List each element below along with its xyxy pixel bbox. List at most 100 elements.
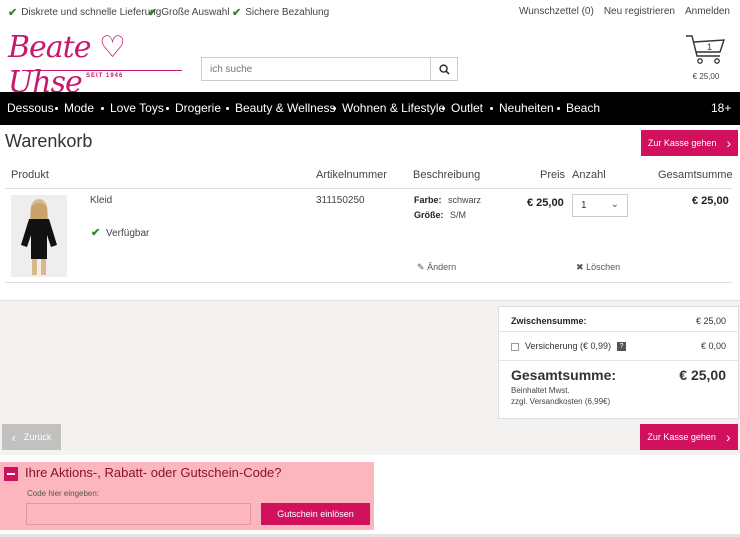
- login-link[interactable]: Anmelden: [685, 6, 730, 17]
- usp-label: Große Auswahl: [161, 7, 230, 18]
- chevron-right-icon: ›: [726, 135, 732, 151]
- cart-icon: 1: [686, 35, 725, 64]
- coupon-title: Ihre Aktions-, Rabatt- oder Gutschein-Co…: [25, 465, 282, 480]
- check-icon: ✔: [232, 7, 242, 19]
- nav-separator: [442, 107, 445, 110]
- usp-label: Sichere Bezahlung: [245, 7, 330, 18]
- search-button[interactable]: [430, 58, 457, 80]
- divider: [499, 331, 738, 332]
- delete-item-link[interactable]: ✖ Löschen: [576, 262, 620, 273]
- checkout-label: Zur Kasse gehen: [647, 432, 716, 442]
- account-links: Wunschzettel (0) Neu registrieren Anmeld…: [519, 6, 730, 17]
- column-header-total: Gesamtsumme: [658, 169, 733, 181]
- cart-total: € 25,00: [692, 72, 720, 81]
- coupon-section: Ihre Aktions-, Rabatt- oder Gutschein-Co…: [0, 462, 374, 530]
- coupon-code-input[interactable]: [26, 503, 251, 525]
- help-icon[interactable]: ?: [617, 342, 627, 352]
- logo-underline: [22, 70, 182, 71]
- redeem-coupon-button[interactable]: Gutschein einlösen: [261, 503, 370, 525]
- wishlist-link[interactable]: Wunschzettel (0): [519, 6, 594, 17]
- logo-wordmark: Beate ♡ Uhse: [8, 30, 126, 100]
- redeem-label: Gutschein einlösen: [277, 509, 354, 519]
- quantity-value: 1: [581, 200, 587, 211]
- column-header-price: Preis: [540, 169, 566, 181]
- size-label: Größe:: [414, 210, 444, 220]
- nav-item-wohnen-lifestyle[interactable]: Wohnen & Lifestyle: [342, 101, 445, 115]
- chevron-right-icon: ›: [725, 429, 731, 445]
- search-input[interactable]: [202, 58, 431, 80]
- usp-delivery: ✔ Diskrete und schnelle Lieferung: [8, 6, 161, 19]
- nav-item-drogerie[interactable]: Drogerie: [175, 101, 221, 115]
- nav-separator: [166, 107, 169, 110]
- insurance-checkbox[interactable]: [511, 342, 519, 351]
- subtotal-label: Zwischensumme:: [511, 316, 587, 326]
- nav-separator: [333, 107, 336, 110]
- item-price: € 25,00: [527, 197, 564, 209]
- quantity-select[interactable]: 1 ⌄: [572, 194, 628, 217]
- insurance-label: Versicherung (€ 0,99): [525, 341, 612, 351]
- edit-item-link[interactable]: ✎ Ändern: [417, 262, 456, 273]
- vat-note: Beinhaltet Mwst.: [511, 386, 570, 395]
- product-name[interactable]: Kleid: [90, 195, 112, 206]
- age-badge: 18+: [711, 101, 732, 115]
- register-link[interactable]: Neu registrieren: [604, 6, 675, 17]
- usp-payment: ✔ Sichere Bezahlung: [232, 6, 329, 19]
- nav-item-beauty-wellness[interactable]: Beauty & Wellness: [235, 101, 336, 115]
- main-navigation: Dessous Mode Love Toys Drogerie Beauty &…: [0, 92, 740, 125]
- top-bar: ✔ Diskrete und schnelle Lieferung ✔ Groß…: [0, 0, 740, 22]
- mini-cart[interactable]: 1 € 25,00: [684, 32, 728, 84]
- article-number: 311150250: [316, 195, 365, 206]
- column-header-quantity: Anzahl: [572, 169, 606, 181]
- back-button[interactable]: ‹ Zurück: [2, 424, 61, 450]
- column-header-product: Produkt: [11, 169, 49, 181]
- checkout-button-bottom[interactable]: Zur Kasse gehen ›: [640, 424, 738, 450]
- checkout-button-top[interactable]: Zur Kasse gehen ›: [641, 130, 738, 156]
- search-box: [201, 57, 458, 81]
- nav-item-beach[interactable]: Beach: [566, 101, 600, 115]
- nav-item-love-toys[interactable]: Love Toys: [110, 101, 164, 115]
- column-header-article-number: Artikelnummer: [316, 169, 387, 181]
- shipping-note: zzgl. Versandkosten (6,99€): [511, 397, 611, 406]
- product-image[interactable]: [11, 195, 67, 277]
- insurance-row: Versicherung (€ 0,99)? € 0,00: [511, 341, 726, 352]
- nav-separator: [226, 107, 229, 110]
- check-icon: ✔: [8, 7, 18, 19]
- nav-separator: [557, 107, 560, 110]
- chevron-left-icon: ‹: [11, 429, 16, 445]
- nav-item-outlet[interactable]: Outlet: [451, 101, 483, 115]
- color-label: Farbe:: [414, 195, 442, 205]
- cart-count: 1: [707, 42, 712, 52]
- grand-total-label: Gesamtsumme:: [511, 367, 617, 383]
- edit-label: Ändern: [427, 262, 457, 272]
- availability-status: ✔ Verfügbar: [91, 226, 149, 239]
- nav-separator: [490, 107, 493, 110]
- minus-icon: [7, 473, 15, 475]
- grand-total-row: Gesamtsumme: € 25,00: [511, 367, 726, 383]
- usp-label: Diskrete und schnelle Lieferung: [21, 7, 162, 18]
- column-header-description: Beschreibung: [413, 169, 481, 181]
- grand-total-value: € 25,00: [679, 367, 726, 383]
- pencil-icon: ✎: [417, 262, 425, 272]
- color-value: schwarz: [448, 195, 482, 205]
- availability-label: Verfügbar: [106, 228, 150, 239]
- item-total: € 25,00: [692, 195, 729, 207]
- nav-item-neuheiten[interactable]: Neuheiten: [499, 101, 554, 115]
- back-label: Zurück: [23, 432, 52, 442]
- subtotal-value: € 25,00: [695, 316, 726, 326]
- nav-separator: [55, 107, 58, 110]
- product-photo: [11, 195, 67, 277]
- logo-tagline: SEIT 1946: [86, 73, 124, 79]
- size-value: S/M: [450, 210, 467, 220]
- insurance-value: € 0,00: [700, 341, 726, 351]
- brand-logo[interactable]: Beate ♡ Uhse SEIT 1946: [8, 30, 194, 100]
- nav-item-dessous[interactable]: Dessous: [7, 101, 54, 115]
- nav-separator: [101, 107, 104, 110]
- delete-label: Löschen: [586, 262, 621, 272]
- nav-item-mode[interactable]: Mode: [64, 101, 94, 115]
- check-icon: ✔: [148, 7, 158, 19]
- color-attribute: Farbe: schwarz: [414, 195, 481, 205]
- divider: [499, 360, 738, 361]
- chevron-down-icon: ⌄: [610, 199, 619, 210]
- collapse-toggle[interactable]: [4, 467, 18, 481]
- size-attribute: Größe: S/M: [414, 210, 466, 220]
